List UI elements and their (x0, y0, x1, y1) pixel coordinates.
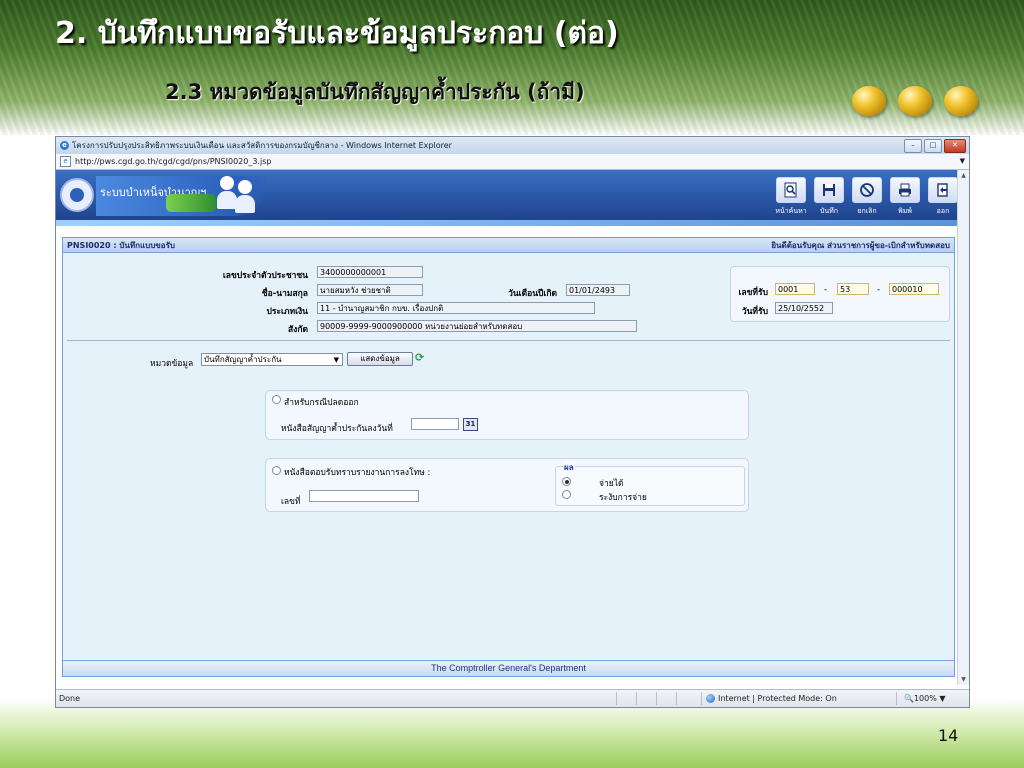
toolbar-label: หน้าค้นหา (775, 207, 807, 215)
scroll-up-icon[interactable]: ▲ (958, 170, 969, 181)
toolbar-search-button[interactable]: หน้าค้นหา (775, 177, 807, 217)
name-label: ชื่อ-นามสกุล (261, 289, 308, 299)
money-type-field[interactable]: 11 - บำนาญสมาชิก กบข. เรื่องปกติ (317, 302, 595, 314)
zoom-level: 100% (913, 694, 937, 703)
receipt-no-label: เลขที่รับ (738, 288, 769, 298)
citizen-id-field[interactable]: 3400000000001 (317, 266, 423, 278)
toolbar-save-button[interactable]: บันทึก (813, 177, 845, 217)
cgd-logo-icon (60, 178, 94, 212)
toolbar-label: บันทึก (819, 207, 839, 215)
welcome-text: ยินดีต้อนรับคุณ ส่วนราชการผู้ขอ-เบิกสำหร… (771, 240, 950, 250)
save-icon (814, 177, 844, 203)
browser-title: โครงการปรับปรุงประสิทธิภาพระบบเงินเดือน … (72, 141, 452, 150)
globe-icon (706, 694, 715, 703)
gold-ball-icon (852, 86, 886, 116)
receipt-no-field-1[interactable]: 0001 (775, 283, 815, 295)
module-title: PNSI0020 : บันทึกแบบขอรับ (67, 240, 175, 250)
slide-subtitle: 2.3 หมวดข้อมูลบันทึกสัญญาค้ำประกัน (ถ้าม… (165, 80, 585, 104)
toolbar-label: พิมพ์ (898, 207, 912, 215)
result-suspend-radio[interactable] (562, 490, 571, 499)
release-case-label: สำหรับกรณีปลดออก (284, 398, 359, 408)
scroll-down-icon[interactable]: ▼ (958, 674, 969, 685)
chevron-down-icon: ▼ (939, 694, 946, 703)
security-zone-text: Internet | Protected Mode: On (718, 694, 837, 703)
search-icon (776, 177, 806, 203)
ie-logo-icon: e (60, 141, 69, 150)
category-select[interactable]: บันทึกสัญญาค้ำประกัน ▼ (201, 353, 343, 366)
page-number: 14 (938, 726, 959, 745)
affiliation-label: สังกัด (287, 325, 308, 335)
money-icon (166, 194, 216, 212)
receipt-date-label: วันที่รับ (741, 307, 768, 317)
browser-title-bar: e โครงการปรับปรุงประสิทธิภาพระบบเงินเดือ… (56, 137, 969, 154)
result-fieldset (555, 466, 745, 506)
people-icon (216, 176, 256, 214)
browser-status-bar: Done Internet | Protected Mode: On 🔍100%… (56, 689, 969, 707)
receipt-no-field-3[interactable]: 000010 (889, 283, 939, 295)
birthdate-label: วันเดือนปีเกิด (508, 289, 557, 299)
result-legend: ผล (563, 461, 575, 474)
result-pay-radio[interactable] (562, 477, 571, 486)
security-zone[interactable]: Internet | Protected Mode: On (706, 694, 837, 703)
category-label: หมวดข้อมูล (150, 359, 194, 369)
dash-separator: - (824, 285, 828, 295)
toolbar-exit-button[interactable]: ออก (927, 177, 959, 217)
guarantee-date-field[interactable] (411, 418, 459, 430)
zoom-control[interactable]: 🔍100% ▼ (904, 694, 946, 703)
receipt-no-field-2[interactable]: 53 (837, 283, 869, 295)
vertical-scrollbar[interactable]: ▲ ▼ (957, 170, 969, 685)
chevron-down-icon: ▼ (333, 356, 339, 364)
guarantee-date-label: หนังสือสัญญาค้ำประกันลงวันที่ (281, 424, 393, 434)
app-header: ระบบบำเหน็จบำนาญฯ หน้าค้นหา บันทึก ยกเลิ… (56, 170, 969, 226)
name-field[interactable]: นายสมหวัง ช่วยชาติ (317, 284, 423, 296)
toolbar-cancel-button[interactable]: ยกเลิก (851, 177, 883, 217)
acknowledgement-label: หนังสือตอบรับทราบรายงานการลงโทษ : (284, 468, 431, 478)
money-type-label: ประเภทเงิน (266, 307, 308, 317)
gold-ball-icon (898, 86, 932, 116)
maximize-button[interactable]: □ (924, 139, 942, 153)
release-case-radio[interactable] (272, 395, 281, 404)
cancel-icon (852, 177, 882, 203)
status-text: Done (59, 694, 81, 703)
close-button[interactable]: ✕ (944, 139, 966, 153)
slide-title: 2. บันทึกแบบขอรับและข้อมูลประกอบ (ต่อ) (55, 16, 619, 51)
window-controls: – □ ✕ (904, 139, 966, 153)
address-bar[interactable]: e http://pws.cgd.go.th/cgd/cgd/pns/PNSI0… (56, 154, 969, 170)
slide-footer-background (0, 698, 1024, 768)
decorative-balls (852, 86, 982, 120)
section-divider (67, 340, 950, 341)
app-toolbar: หน้าค้นหา บันทึก ยกเลิก พิมพ์ ออก (775, 177, 959, 217)
toolbar-label: ยกเลิก (857, 207, 877, 215)
birthdate-field[interactable]: 01/01/2493 (566, 284, 630, 296)
result-pay-label: จ่ายได้ (599, 479, 624, 489)
page-icon: e (60, 156, 71, 167)
dash-separator: - (877, 285, 881, 295)
browser-window: e โครงการปรับปรุงประสิทธิภาพระบบเงินเดือ… (55, 136, 970, 708)
affiliation-field[interactable]: 90009-9999-9000900000 หน่วยงานย่อยสำหรับ… (317, 320, 637, 332)
citizen-id-label: เลขประจำตัวประชาชน (222, 271, 308, 281)
gold-ball-icon (944, 86, 978, 116)
app-content-panel: PNSI0020 : บันทึกแบบขอรับ ยินดีต้อนรับคุ… (62, 237, 955, 677)
toolbar-label: ออก (936, 207, 950, 215)
acknowledgement-radio[interactable] (272, 466, 281, 475)
calendar-icon[interactable]: 31 (463, 418, 478, 431)
chevron-down-icon[interactable]: ▼ (960, 157, 965, 165)
show-data-button[interactable]: แสดงข้อมูล (347, 352, 413, 366)
receipt-date-field[interactable]: 25/10/2552 (775, 302, 833, 314)
department-footer: The Comptroller General's Department (63, 660, 954, 676)
doc-no-label: เลขที่ (281, 497, 301, 507)
result-suspend-label: ระงับการจ่าย (599, 493, 647, 503)
zoom-icon: 🔍 (904, 694, 914, 703)
category-selected-value: บันทึกสัญญาค้ำประกัน (204, 355, 282, 364)
address-url[interactable]: http://pws.cgd.go.th/cgd/cgd/pns/PNSI002… (75, 157, 271, 166)
toolbar-print-button[interactable]: พิมพ์ (889, 177, 921, 217)
refresh-icon[interactable]: ⟳ (415, 351, 424, 364)
doc-no-field[interactable] (309, 490, 419, 502)
module-title-bar: PNSI0020 : บันทึกแบบขอรับ ยินดีต้อนรับคุ… (63, 238, 954, 253)
exit-icon (928, 177, 958, 203)
minimize-button[interactable]: – (904, 139, 922, 153)
print-icon (890, 177, 920, 203)
